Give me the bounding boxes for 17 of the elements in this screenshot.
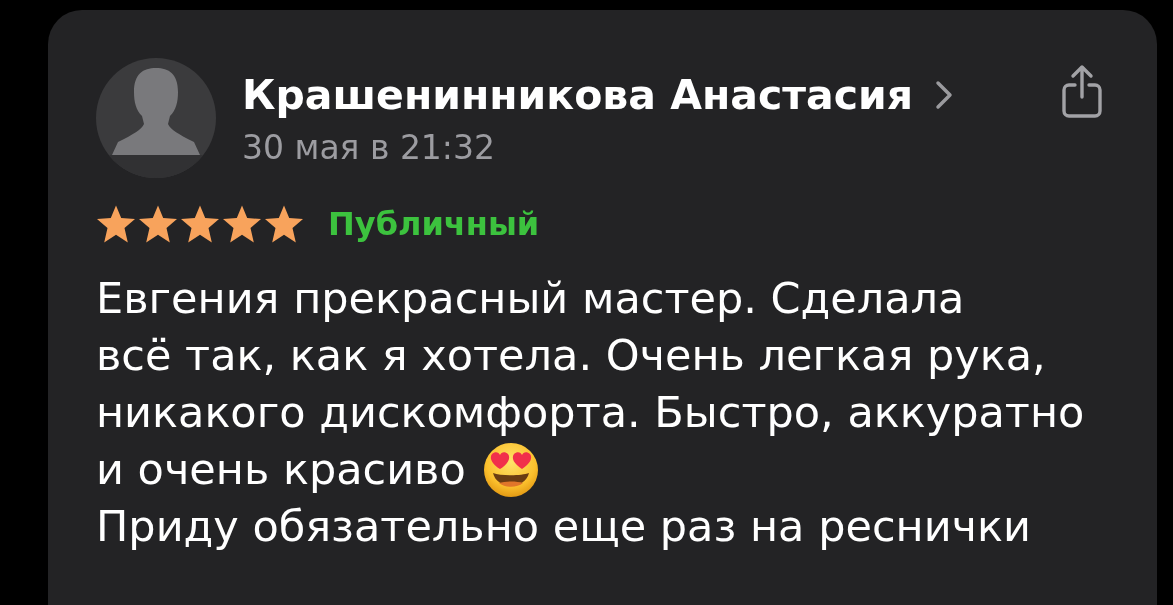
star-filled-icon xyxy=(264,205,304,243)
star-filled-icon xyxy=(96,205,136,243)
star-filled-icon xyxy=(180,205,220,243)
review-text: всё так, как я хотела. Очень легкая рука, xyxy=(96,329,1046,382)
heart-eyes-emoji-icon xyxy=(482,441,539,498)
star-filled-icon xyxy=(222,205,262,243)
review-text: и очень красиво xyxy=(96,443,466,496)
share-icon xyxy=(1060,64,1104,120)
share-button[interactable] xyxy=(1060,64,1104,120)
review-text: Приду обязательно еще раз на реснички xyxy=(96,500,1031,553)
star-filled-icon xyxy=(138,205,178,243)
review-text: никакого дискомфорта. Быстро, аккуратно xyxy=(96,386,1085,439)
review-date: 30 мая в 21:32 xyxy=(242,127,496,169)
author-name[interactable]: Крашенинникова Анастасия xyxy=(242,70,913,120)
visibility-label: Публичный xyxy=(328,204,540,244)
review-text: Евгения прекрасный мастер. Сделала xyxy=(96,272,965,325)
chevron-right-icon xyxy=(935,80,953,110)
